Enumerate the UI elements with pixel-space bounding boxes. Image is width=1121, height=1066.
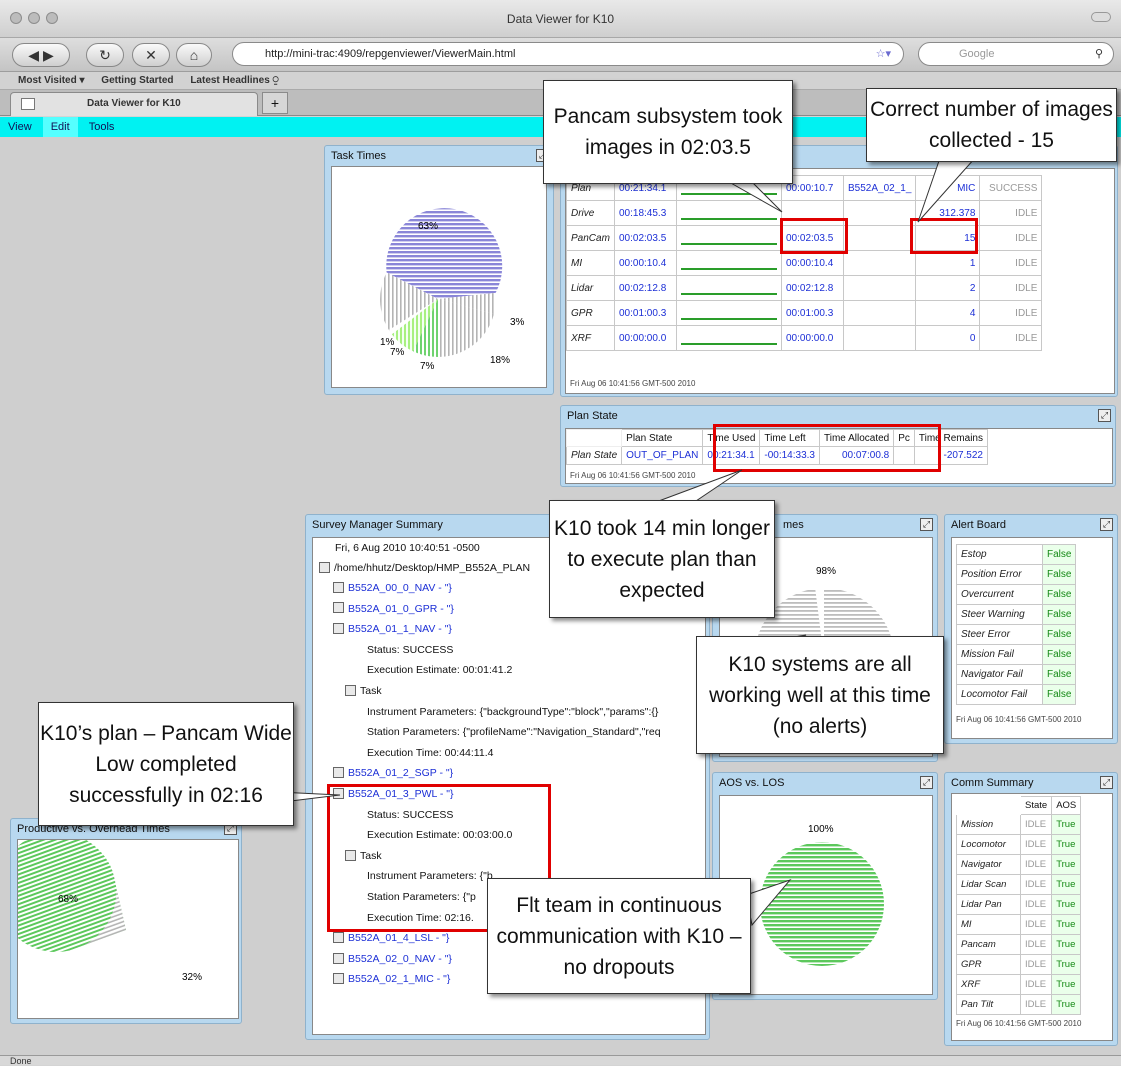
- pwl-callout: K10’s plan – Pancam Wide Low completed s…: [38, 702, 294, 826]
- comm-callout: Flt team in continuous communication wit…: [487, 878, 751, 994]
- status-bar: Done: [0, 1055, 1121, 1066]
- pancam-callout: Pancam subsystem took images in 02:03.5: [543, 80, 793, 184]
- systems-callout: K10 systems are all working well at this…: [696, 636, 944, 754]
- images-callout-pointer: [917, 157, 977, 223]
- plan-callout: K10 took 14 min longer to execute plan t…: [549, 500, 775, 618]
- images-callout: Correct number of images collected - 15: [866, 88, 1117, 162]
- comm-callout-pointer: [745, 878, 792, 927]
